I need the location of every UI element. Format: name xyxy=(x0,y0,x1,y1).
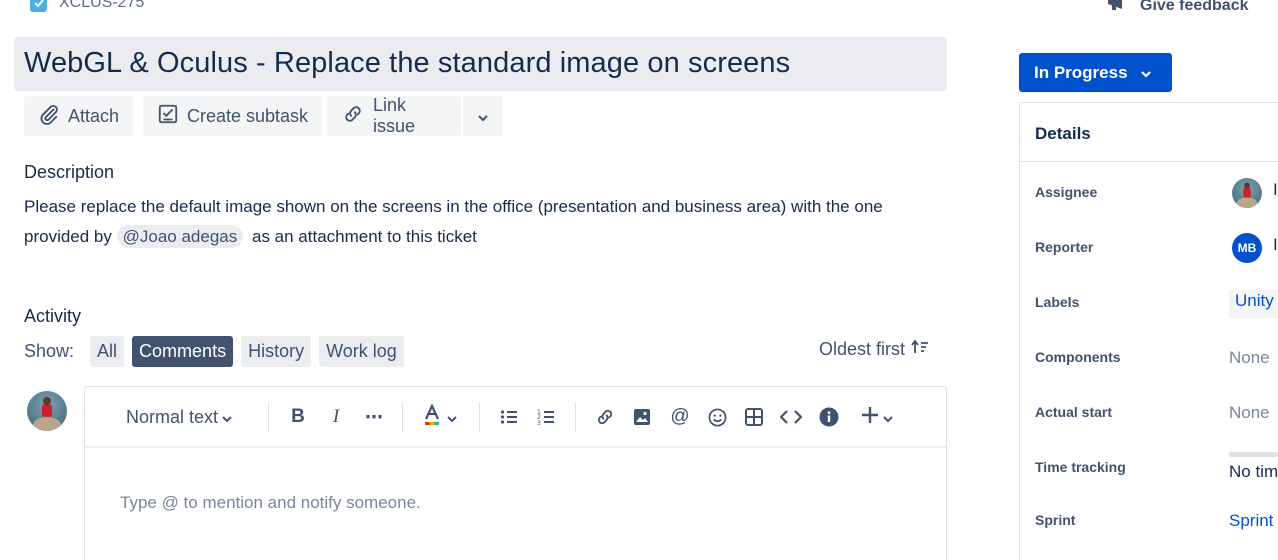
link-icon xyxy=(341,103,365,130)
toolbar-separator xyxy=(575,402,576,432)
table-icon[interactable] xyxy=(742,403,766,431)
chevron-down-icon xyxy=(447,407,457,428)
activity-filter-row: Show: All Comments History Work log xyxy=(24,335,404,367)
issue-key-text: XCLUS-275 xyxy=(59,0,145,11)
link-issue-label: Link issue xyxy=(373,95,416,136)
toolbar-separator xyxy=(479,402,480,432)
assignee-name-clipped[interactable]: I xyxy=(1273,180,1278,204)
more-actions-button[interactable] xyxy=(463,96,503,136)
user-mention[interactable]: @Joao adegas xyxy=(116,225,244,248)
svg-text:3: 3 xyxy=(537,420,541,426)
sort-order-label: Oldest first xyxy=(819,339,906,359)
insert-more-button[interactable] xyxy=(857,403,897,431)
actual-start-label: Actual start xyxy=(1035,404,1113,420)
description-heading: Description xyxy=(24,162,115,182)
details-title: Details xyxy=(1035,124,1091,143)
chevron-down-icon xyxy=(1140,63,1152,83)
subtask-icon xyxy=(157,103,179,130)
assignee-label: Assignee xyxy=(1035,184,1098,200)
create-subtask-label: Create subtask xyxy=(187,105,309,126)
time-tracking-value[interactable]: No tim xyxy=(1229,462,1278,482)
assignee-avatar[interactable] xyxy=(1232,178,1262,208)
details-panel xyxy=(1019,102,1278,560)
attach-button[interactable]: Attach xyxy=(24,96,134,136)
create-subtask-button[interactable]: Create subtask xyxy=(143,96,323,136)
filter-comments[interactable]: Comments xyxy=(132,335,234,367)
activity-heading: Activity xyxy=(24,306,82,326)
filter-all[interactable]: All xyxy=(90,335,125,367)
current-user-avatar xyxy=(27,391,67,431)
description-body[interactable]: Please replace the default image shown o… xyxy=(24,192,924,252)
bold-icon[interactable]: B xyxy=(286,403,310,431)
link-icon[interactable] xyxy=(593,403,617,431)
image-icon[interactable] xyxy=(630,403,654,431)
text-color-icon xyxy=(423,402,441,431)
status-label: In Progress xyxy=(1034,62,1128,82)
show-label: Show: xyxy=(24,340,75,361)
issue-title[interactable]: WebGL & Oculus - Replace the standard im… xyxy=(24,47,790,80)
toolbar-separator xyxy=(402,402,403,432)
sort-order-button[interactable]: Oldest first xyxy=(819,339,929,360)
mention-icon[interactable]: @ xyxy=(668,403,692,431)
labels-label: Labels xyxy=(1035,294,1080,310)
bullet-list-icon[interactable] xyxy=(497,403,521,431)
components-label: Components xyxy=(1035,349,1121,365)
emoji-icon[interactable] xyxy=(705,403,729,431)
link-issue-button[interactable]: Link issue xyxy=(327,95,462,136)
comment-input[interactable]: Type @ to mention and notify someone. xyxy=(120,493,421,513)
components-value[interactable]: None xyxy=(1229,348,1270,368)
time-tracking-label: Time tracking xyxy=(1035,459,1126,475)
code-icon[interactable] xyxy=(779,403,803,431)
button-divider xyxy=(461,96,463,136)
megaphone-icon xyxy=(1106,0,1132,17)
issue-key[interactable]: XCLUS-275 xyxy=(30,0,144,12)
filter-work-log[interactable]: Work log xyxy=(319,335,404,367)
filter-history[interactable]: History xyxy=(241,335,312,367)
toolbar-separator xyxy=(268,402,269,432)
give-feedback-label: Give feedback xyxy=(1140,0,1249,14)
plus-icon xyxy=(861,406,879,429)
sort-icon xyxy=(911,339,929,360)
more-formatting-icon[interactable]: ⋯ xyxy=(362,403,386,431)
label-tag-unity[interactable]: Unity xyxy=(1229,290,1278,318)
reporter-name-clipped[interactable]: I xyxy=(1273,235,1278,259)
chevron-down-icon xyxy=(222,407,232,428)
italic-icon[interactable]: I xyxy=(324,403,348,431)
reporter-label: Reporter xyxy=(1035,239,1094,255)
paperclip-icon xyxy=(38,103,60,130)
sprint-label: Sprint xyxy=(1035,512,1076,528)
status-dropdown-button[interactable]: In Progress xyxy=(1019,53,1172,92)
text-style-dropdown[interactable]: Normal text xyxy=(120,403,238,431)
text-style-label: Normal text xyxy=(125,406,219,427)
chevron-down-icon xyxy=(883,407,893,428)
attach-label: Attach xyxy=(68,105,120,126)
time-tracking-bar xyxy=(1229,452,1278,457)
description-text-after: as an attachment to this ticket xyxy=(251,227,477,246)
numbered-list-icon[interactable]: 123 xyxy=(534,403,558,431)
reporter-avatar[interactable]: MB xyxy=(1232,233,1262,263)
text-color-button[interactable] xyxy=(420,402,460,431)
chevron-down-icon xyxy=(477,106,489,127)
checkbox-icon xyxy=(30,0,47,12)
sprint-value[interactable]: Sprint xyxy=(1229,511,1278,531)
info-icon[interactable] xyxy=(817,403,841,431)
give-feedback-button[interactable]: Give feedback xyxy=(1106,0,1249,17)
actual-start-value[interactable]: None xyxy=(1229,403,1270,423)
